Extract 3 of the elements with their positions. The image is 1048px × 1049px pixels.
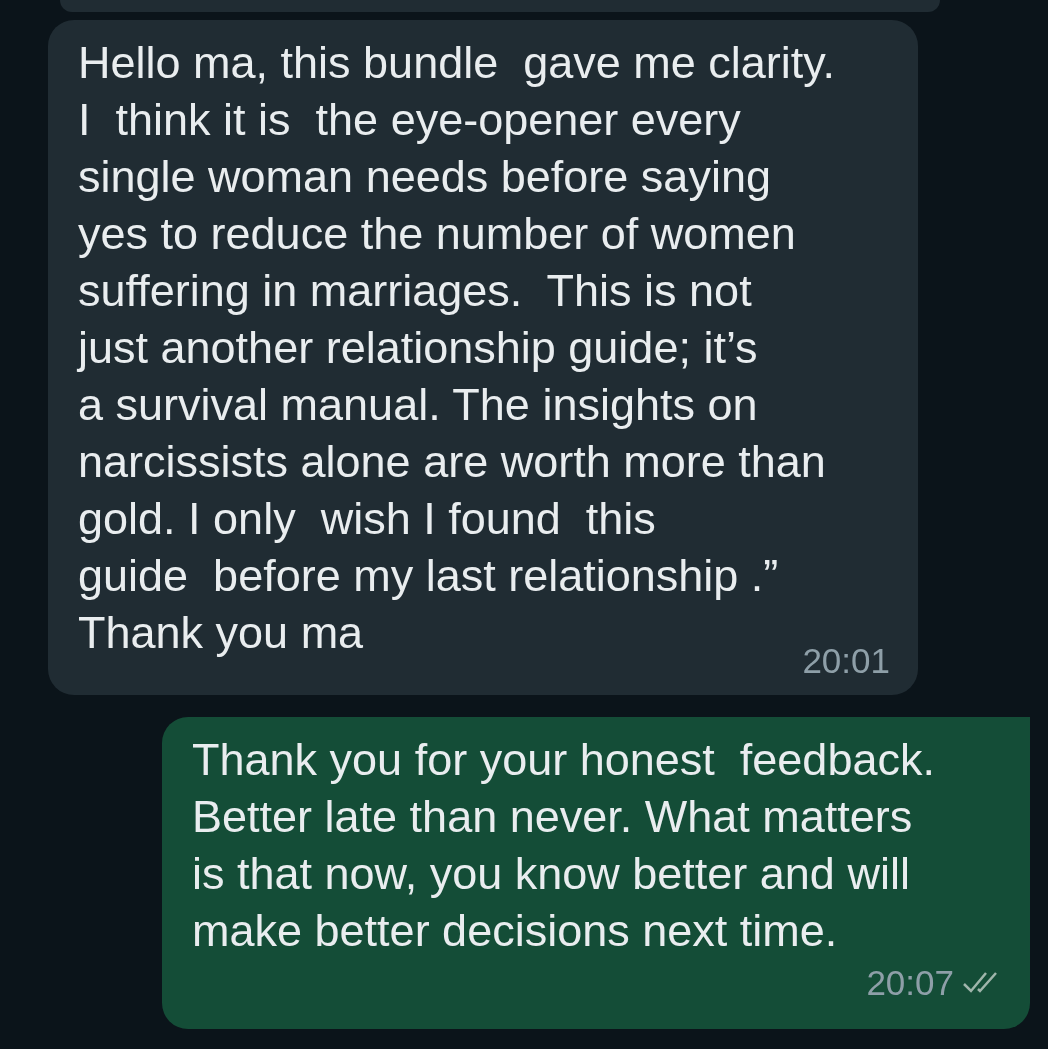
message-text: Thank you for your honest feedback. Better late than never. What matters is that now, you know better and will make better decisions next time. xyxy=(192,733,936,958)
message-time: 20:07 xyxy=(866,962,954,1004)
message-time: 20:01 xyxy=(802,640,890,682)
